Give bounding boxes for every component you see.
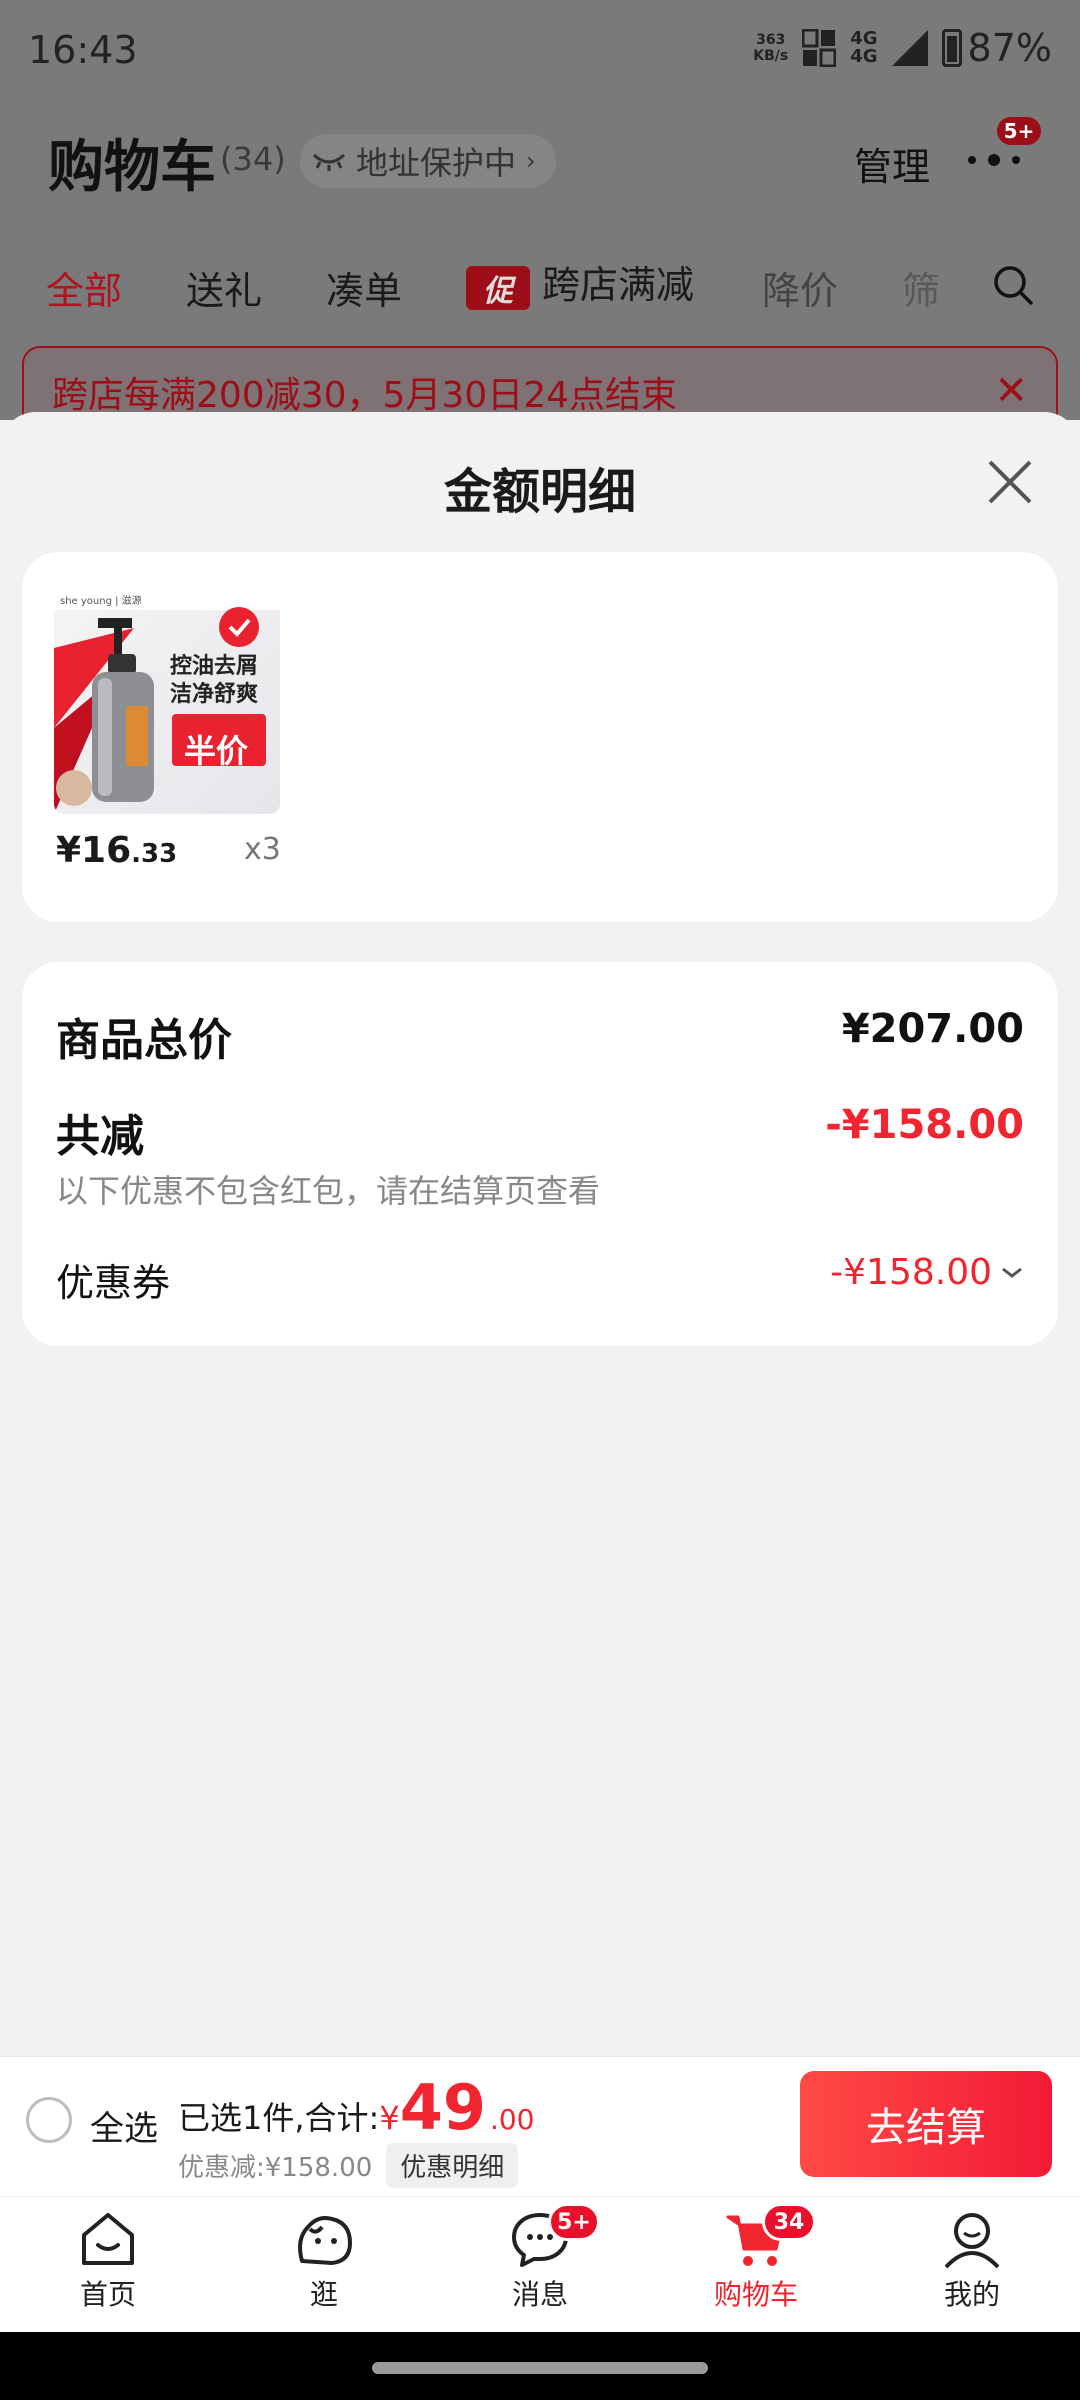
promo-tag: 促 <box>466 265 530 310</box>
tab-browse[interactable]: 逛 <box>244 2209 404 2329</box>
page-title: 购物车 <box>48 135 216 200</box>
reduction-label: 共减 <box>56 1111 144 1162</box>
profile-icon <box>944 2213 1000 2269</box>
browse-icon <box>298 2216 352 2265</box>
coupon-label: 优惠券 <box>56 1261 171 1305</box>
system-nav-bar <box>0 2332 1080 2400</box>
coupon-value: -¥158.00 <box>830 1252 992 1293</box>
discount-text: 优惠减:¥158.00 <box>178 2153 373 2183</box>
more-badge: 5+ <box>994 114 1044 148</box>
tab-cart[interactable]: 购物车 34 <box>676 2203 836 2329</box>
tab-profile[interactable]: 我的 <box>892 2209 1052 2329</box>
discount-line: 优惠减:¥158.00 优惠明细 <box>178 2143 519 2188</box>
eye-closed-icon <box>312 153 346 171</box>
chevron-down-icon <box>1002 1267 1022 1278</box>
status-time: 16:43 <box>28 28 138 72</box>
filter-tab-all[interactable]: 全部 <box>46 260 122 315</box>
home-icon <box>82 2213 134 2265</box>
chevron-right-icon: › <box>526 147 536 175</box>
amount-detail-sheet: 金额明细 she young | 滋源 控油去屑 洁净舒爽 半价 ¥16.33 … <box>0 412 1080 2056</box>
dual-sim-icon <box>802 28 837 68</box>
manage-button[interactable]: 管理 <box>854 136 930 191</box>
battery-icon <box>941 29 962 67</box>
filter-tabs: 全部 送礼 凑单 促跨店满减 降价 筛 <box>0 250 1080 320</box>
promo-notice-text: 跨店每满200减30，5月30日24点结束 <box>52 375 678 416</box>
product-price: ¥16.33 <box>56 830 178 871</box>
reduction-hint: 以下优惠不包含红包，请在结算页查看 <box>56 1172 601 1210</box>
filter-tab-price-drop[interactable]: 降价 <box>762 260 838 315</box>
search-icon[interactable] <box>992 264 1036 308</box>
total-amount: 49 <box>399 2071 486 2144</box>
battery: 87% <box>941 26 1052 70</box>
filter-tab-cross-store[interactable]: 促跨店满减 <box>466 254 694 310</box>
select-all-label[interactable]: 全选 <box>90 2101 158 2150</box>
bottom-tab-bar: 首页 逛 消息 5+ 购物车 34 我的 <box>0 2196 1080 2332</box>
total-price-label: 商品总价 <box>56 1015 232 1066</box>
image-half-price-badge: 半价 <box>184 732 249 770</box>
status-icons: 363 KB/s 4G 4G 87% <box>753 26 1052 70</box>
coupon-row-toggle[interactable]: -¥158.00 <box>830 1252 1024 1293</box>
filter-tab-gift[interactable]: 送礼 <box>186 260 262 315</box>
tab-home[interactable]: 首页 <box>28 2209 188 2329</box>
close-icon[interactable] <box>984 456 1036 508</box>
total-line: 已选1件,合计: ¥ 49 .00 <box>178 2071 535 2144</box>
discount-detail-button[interactable]: 优惠明细 <box>386 2143 519 2188</box>
filter-tab-filter[interactable]: 筛 <box>902 260 940 315</box>
total-price-value: ¥207.00 <box>841 1006 1024 1052</box>
tab-messages[interactable]: 消息 5+ <box>460 2203 620 2329</box>
checkout-button[interactable]: 去结算 <box>800 2071 1052 2177</box>
items-card: she young | 滋源 控油去屑 洁净舒爽 半价 ¥16.33 x3 <box>22 552 1058 922</box>
cart-count: (34) <box>220 140 286 178</box>
reduction-value: -¥158.00 <box>825 1102 1024 1148</box>
cart-badge: 34 <box>762 2203 816 2241</box>
sheet-title: 金额明细 <box>443 464 636 520</box>
product-quantity: x3 <box>244 832 281 867</box>
filter-tab-combine[interactable]: 凑单 <box>326 260 402 315</box>
cart-page-background: 购物车 (34) 地址保护中 › 管理 5+ 全部 送礼 凑单 促跨店满减 降价… <box>0 100 1080 436</box>
summary-card: 商品总价 ¥207.00 共减 -¥158.00 以下优惠不包含红包，请在结算页… <box>22 962 1058 1346</box>
select-all-checkbox[interactable] <box>26 2097 72 2143</box>
messages-badge: 5+ <box>548 2203 600 2241</box>
signal-icon <box>891 30 928 66</box>
product-image[interactable]: she young | 滋源 控油去屑 洁净舒爽 半价 <box>54 588 280 814</box>
network-speed: 363 KB/s <box>753 32 789 64</box>
more-button[interactable]: 5+ <box>962 114 1044 180</box>
checkout-bar: 全选 已选1件,合计: ¥ 49 .00 优惠减:¥158.00 优惠明细 去结… <box>0 2056 1080 2196</box>
close-icon[interactable]: ✕ <box>994 368 1028 414</box>
status-bar: 16:43 363 KB/s 4G 4G 87% <box>0 0 1080 100</box>
address-protection-pill[interactable]: 地址保护中 › <box>300 134 556 188</box>
network-type: 4G 4G <box>850 28 878 67</box>
image-headline-2: 洁净舒爽 <box>170 681 259 707</box>
home-indicator[interactable] <box>372 2362 708 2374</box>
